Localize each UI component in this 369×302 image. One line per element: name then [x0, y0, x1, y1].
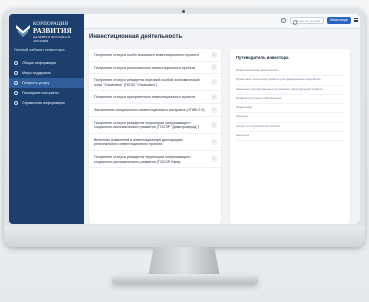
chevron-right-icon: › — [211, 138, 217, 145]
sidebar-item-label: Получить услугу — [22, 81, 50, 85]
guide-item[interactable]: Инфраструктурное обеспечение — [236, 95, 344, 105]
service-item[interactable]: Получение статуса резидента территории о… — [89, 117, 221, 134]
service-item[interactable]: Получение статуса резидента территории о… — [89, 151, 221, 169]
search-icon — [292, 20, 297, 25]
service-item-label: Заключение специального инвестиционного … — [94, 107, 205, 112]
search-placeholder: Поиск по услугам — [296, 19, 321, 23]
chevron-right-icon: › — [211, 156, 217, 163]
contract-icon — [14, 91, 18, 95]
logo-mark-icon — [16, 25, 30, 37]
services-list: Получение статуса особо значимого инвест… — [89, 49, 221, 224]
guide-item[interactable]: Услуги в строительной отрасли — [236, 123, 344, 133]
service-item[interactable]: Получение статуса особо значимого инвест… — [89, 49, 221, 62]
app-screen: КОРПОРАЦИЯ РАЗВИТИЯ ДАЛЬНЕГО ВОСТОКА И А… — [9, 14, 360, 224]
sidebar-item-label: Последние контракты — [22, 91, 59, 95]
logo[interactable]: КОРПОРАЦИЯ РАЗВИТИЯ ДАЛЬНЕГО ВОСТОКА И А… — [15, 20, 79, 43]
sidebar-nav: Общая информация Меры поддержки Получить… — [9, 58, 84, 108]
service-item[interactable]: Получение статуса приоритетного инвестиц… — [89, 91, 221, 104]
sidebar-item-label: Справочная информация — [22, 101, 65, 105]
service-item[interactable]: Внесение изменений в инвестиционную декл… — [89, 134, 221, 151]
chevron-right-icon: › — [211, 79, 217, 86]
cabinet-label: Личный кабинет инвестора — [14, 47, 65, 52]
guide-item[interactable]: Экология — [236, 132, 344, 142]
chevron-right-icon: › — [211, 106, 217, 113]
help-icon[interactable] — [281, 18, 286, 23]
monitor-stand-base — [112, 274, 258, 284]
investments-button[interactable]: Инвестиции — [327, 17, 351, 24]
sidebar-item-contracts[interactable]: Последние контракты — [9, 88, 84, 98]
sidebar-item-service[interactable]: Получить услугу — [9, 78, 84, 88]
service-item-label: Получение статуса резидента территории о… — [94, 120, 199, 130]
service-item[interactable]: Получение статуса резидента портовой осо… — [89, 74, 221, 92]
info-icon — [14, 61, 18, 65]
guide-item[interactable]: Проектные технологии (работа для федерал… — [236, 76, 344, 86]
sidebar: КОРПОРАЦИЯ РАЗВИТИЯ ДАЛЬНЕГО ВОСТОКА И А… — [9, 14, 84, 224]
sidebar-item-label: Меры поддержки — [22, 71, 51, 75]
sidebar-item-general[interactable]: Общая информация — [9, 58, 84, 68]
sidebar-item-support[interactable]: Меры поддержки — [9, 68, 84, 78]
guide-list: Инвестиционная деятельность Проектные те… — [236, 67, 344, 142]
investor-guide: Путеводитель инвестора Инвестиционная де… — [230, 49, 350, 224]
monitor-chin — [4, 226, 365, 247]
guide-item[interactable]: Земельно-имущественные отношения, федера… — [236, 86, 344, 95]
service-item-label: Получение статуса приоритетного инвестиц… — [94, 95, 195, 100]
guide-item[interactable]: Энергетика — [236, 104, 344, 114]
webcam — [182, 10, 185, 13]
monitor-stand-neck — [148, 247, 220, 277]
top-bar: Поиск по услугам Инвестиции — [84, 14, 360, 29]
monitor: КОРПОРАЦИЯ РАЗВИТИЯ ДАЛЬНЕГО ВОСТОКА И А… — [0, 0, 369, 302]
chevron-right-icon: › — [211, 51, 217, 58]
logo-text: КОРПОРАЦИЯ РАЗВИТИЯ ДАЛЬНЕГО ВОСТОКА И А… — [33, 22, 79, 43]
service-item-label: Внесение изменений в инвестиционную декл… — [94, 137, 183, 147]
page-title: Инвестиционная деятельность — [89, 34, 183, 40]
search-input[interactable]: Поиск по услугам — [290, 17, 324, 25]
logo-line-3: ДАЛЬНЕГО ВОСТОКА И АРКТИКИ — [33, 34, 71, 43]
sidebar-item-reference[interactable]: Справочная информация — [9, 98, 84, 108]
support-icon — [14, 71, 18, 75]
chevron-right-icon: › — [211, 94, 217, 101]
chevron-right-icon: › — [211, 64, 217, 71]
reference-icon — [14, 101, 18, 105]
screen-frame: КОРПОРАЦИЯ РАЗВИТИЯ ДАЛЬНЕГО ВОСТОКА И А… — [9, 14, 360, 224]
service-icon — [14, 81, 18, 85]
logo-line-2: РАЗВИТИЯ — [33, 26, 72, 35]
menu-icon[interactable] — [354, 18, 358, 23]
service-item-label: Получение статуса резидента территории о… — [94, 154, 191, 164]
guide-title: Путеводитель инвестора — [236, 55, 289, 60]
guide-item[interactable]: Кредиты — [236, 113, 344, 123]
chevron-right-icon: › — [211, 121, 217, 128]
service-item-label: Получение статуса резидента портовой осо… — [94, 78, 200, 87]
sidebar-item-label: Общая информация — [22, 61, 57, 65]
service-item-label: Получение статуса регионального инвестиц… — [94, 65, 196, 70]
service-item[interactable]: Получение статуса регионального инвестиц… — [89, 62, 221, 75]
guide-item[interactable]: Инвестиционная деятельность — [236, 67, 344, 77]
service-item-label: Получение статуса особо значимого инвест… — [94, 53, 199, 57]
service-item[interactable]: Заключение специального инвестиционного … — [89, 104, 221, 117]
